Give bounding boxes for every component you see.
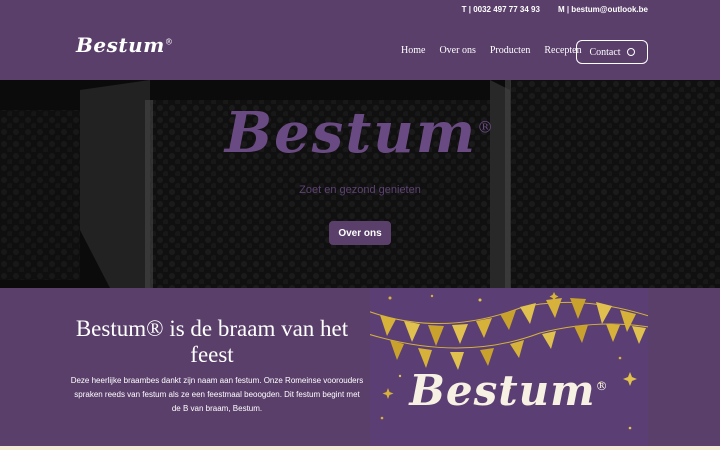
party-promo-image: Bestum® [370, 288, 648, 446]
contact-button[interactable]: Contact [576, 40, 648, 64]
contact-topbar: T | 0032 497 77 34 93 M | bestum@outlook… [462, 5, 648, 14]
hero-tagline: Zoet en gezond genieten [299, 184, 421, 196]
promo-logo-text: Bestum [409, 366, 596, 415]
nav-item-over-ons[interactable]: Over ons [439, 45, 475, 56]
main-nav: Home Over ons Producten Recepten [401, 45, 582, 56]
promo-logo-mark: ® [595, 379, 609, 393]
page-bottom-strip [0, 446, 720, 450]
hero-logo-text: Bestum [224, 100, 478, 166]
email-address[interactable]: M | bestum@outlook.be [558, 5, 648, 14]
intro-text: Deze heerlijke braambes dankt zijn naam … [70, 376, 364, 413]
logo-mark: ® [164, 37, 174, 47]
intro-title: Bestum® is de braam van het feest [75, 316, 349, 367]
over-ons-button[interactable]: Over ons [329, 221, 391, 245]
chat-icon [626, 48, 635, 56]
phone-number[interactable]: T | 0032 497 77 34 93 [462, 5, 540, 14]
promo-logo: Bestum® [370, 366, 648, 415]
hero-banner: Bestum® Zoet en gezond genieten Over ons [0, 80, 720, 288]
site-logo[interactable]: Bestum® [76, 33, 173, 57]
site-header: T | 0032 497 77 34 93 M | bestum@outlook… [0, 0, 720, 80]
logo-text: Bestum [76, 33, 165, 57]
contact-button-label: Contact [589, 46, 621, 58]
nav-item-producten[interactable]: Producten [490, 45, 531, 56]
intro-section: Bestum® is de braam van het feest Deze h… [0, 288, 720, 446]
nav-item-home[interactable]: Home [401, 45, 425, 56]
hero-logo: Bestum® [0, 100, 720, 166]
hero-logo-mark: ® [477, 117, 496, 137]
